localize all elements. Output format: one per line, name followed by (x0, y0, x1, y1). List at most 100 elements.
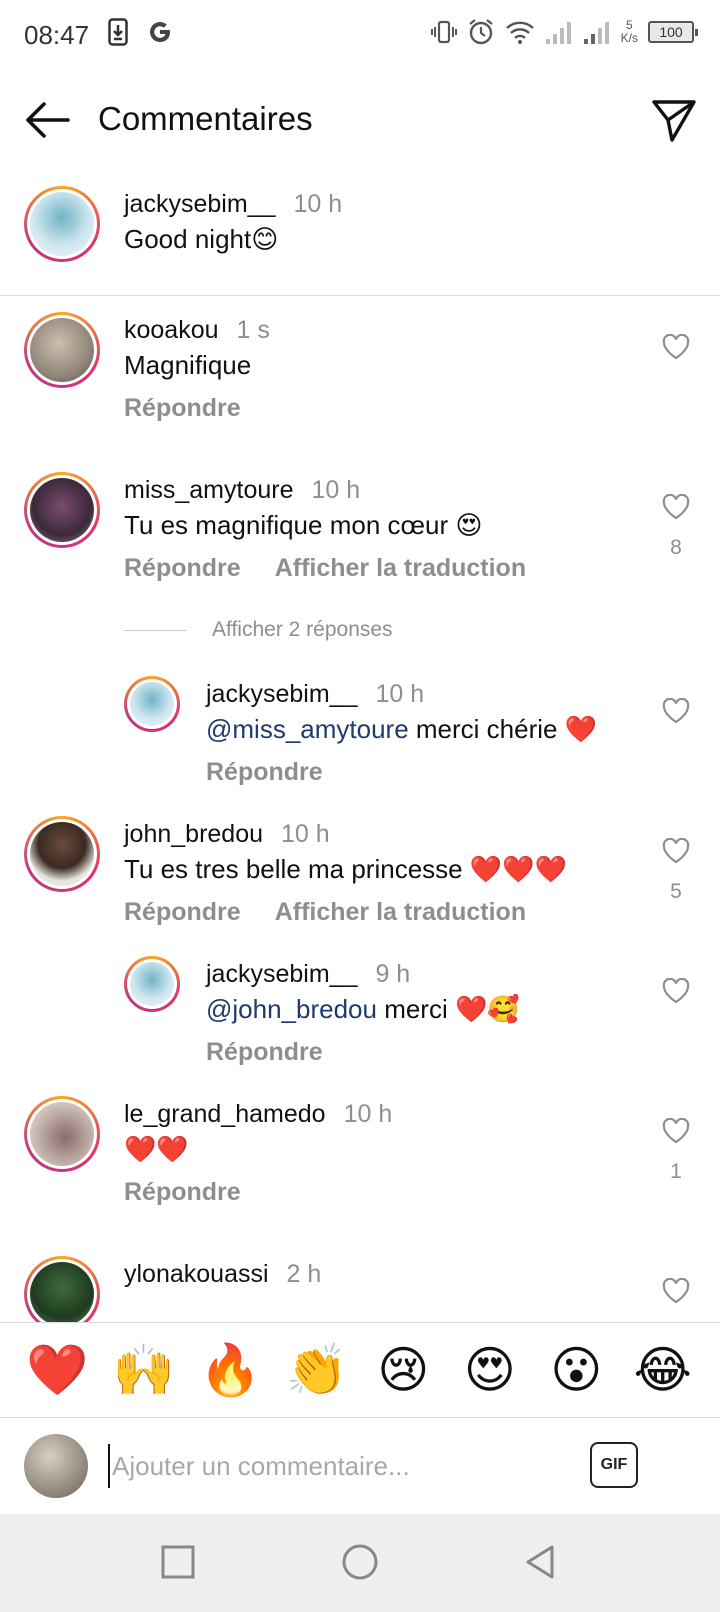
status-left-icons (108, 18, 174, 46)
emoji-laughing[interactable]: 😂 (628, 1340, 698, 1400)
mention-link[interactable]: @miss_amytoure (206, 714, 409, 744)
like-count: 1 (670, 1160, 682, 1183)
google-icon (149, 22, 170, 43)
reply-author[interactable]: jackysebim__ 9 h (206, 960, 410, 989)
username[interactable]: john_bredou (124, 820, 263, 848)
username[interactable]: jackysebim__ (206, 960, 357, 988)
timestamp: 10 h (343, 1100, 393, 1128)
heart-outline-icon[interactable] (662, 838, 690, 864)
reply-button[interactable]: Répondre (124, 394, 241, 423)
timestamp: 2 h (286, 1260, 322, 1288)
reply-body: merci ❤️🥰 (376, 994, 520, 1024)
comment-text: Magnifique (124, 350, 252, 380)
like-count: 8 (670, 536, 682, 559)
comment-text: Tu es magnifique mon cœur 😍 (124, 510, 483, 540)
reply-button[interactable]: Répondre (124, 554, 241, 583)
comment-author[interactable]: kooakou 1 s (124, 316, 270, 345)
reply-button[interactable]: Répondre (206, 758, 323, 787)
reply-body: merci chérie ❤️ (408, 714, 598, 744)
home-icon[interactable] (340, 1542, 380, 1582)
emoji-surprised[interactable]: 😮 (541, 1340, 611, 1400)
username[interactable]: jackysebim__ (206, 680, 357, 708)
avatar (24, 1434, 88, 1498)
translate-button[interactable]: Afficher la traduction (275, 554, 526, 583)
reply-text: @john_bredou merci ❤️🥰 (206, 994, 520, 1025)
comment-text: ❤️❤️ (124, 1134, 189, 1164)
username[interactable]: ylonakouassi (124, 1260, 269, 1288)
heart-outline-icon[interactable] (662, 698, 690, 724)
username[interactable]: miss_amytoure (124, 476, 294, 504)
avatar[interactable] (24, 186, 100, 262)
emoji-crying[interactable]: 😢 (368, 1340, 438, 1400)
reply-author[interactable]: jackysebim__ 10 h (206, 680, 424, 709)
avatar[interactable] (24, 472, 100, 548)
comment-text: Tu es tres belle ma princesse ❤️❤️❤️ (124, 854, 567, 884)
heart-outline-icon[interactable] (662, 334, 690, 360)
reply-text: @miss_amytoure merci chérie ❤️ (206, 714, 597, 745)
divider (124, 629, 186, 631)
comments-list[interactable]: jackysebim__ 10 h Good night😊 kooakou 1 s … (0, 176, 720, 1322)
avatar[interactable] (24, 1096, 100, 1172)
timestamp: 1 s (236, 316, 270, 344)
back-triangle-icon[interactable] (520, 1542, 560, 1582)
status-bar: 08:47 5 K/s 100 (0, 0, 720, 72)
heart-outline-icon[interactable] (662, 1118, 690, 1144)
view-replies-button[interactable]: Afficher 2 réponses (124, 618, 393, 642)
emoji-clapping[interactable]: 👏 (282, 1340, 352, 1400)
emoji-heart-eyes[interactable]: 😍 (455, 1340, 525, 1400)
timestamp: 9 h (375, 960, 411, 988)
download-notification-icon (108, 18, 128, 46)
emoji-raising-hands[interactable]: 🙌 (109, 1340, 179, 1400)
reply-button[interactable]: Répondre (124, 898, 241, 927)
reply-item: jackysebim__ 9 h @john_bredou merci ❤️🥰 R… (0, 956, 720, 1076)
gif-button[interactable]: GIF (590, 1442, 638, 1488)
view-replies-label: Afficher 2 réponses (212, 618, 393, 641)
arrow-left-icon[interactable] (22, 98, 72, 142)
timestamp: 10 h (311, 476, 361, 504)
avatar[interactable] (124, 676, 180, 732)
comment-actions: Répondre Afficher la traduction (124, 898, 526, 927)
heart-outline-icon[interactable] (662, 978, 690, 1004)
header: Commentaires (0, 84, 720, 156)
translate-button[interactable]: Afficher la traduction (275, 898, 526, 927)
avatar[interactable] (24, 312, 100, 388)
comment-item: kooakou 1 s Magnifique Répondre (0, 312, 720, 432)
battery-indicator: 100 (648, 21, 698, 43)
reply-button[interactable]: Répondre (124, 1178, 241, 1207)
timestamp: 10 h (375, 680, 425, 708)
username[interactable]: kooakou (124, 316, 219, 344)
system-nav-bar (0, 1514, 720, 1612)
comment-actions: Répondre (124, 394, 241, 423)
reply-button[interactable]: Répondre (206, 1038, 323, 1067)
comment-input[interactable] (108, 1444, 568, 1488)
comment-author[interactable]: ylonakouassi 2 h (124, 1260, 321, 1289)
avatar[interactable] (24, 816, 100, 892)
comment-author[interactable]: le_grand_hamedo 10 h (124, 1100, 392, 1129)
signal-2-icon (583, 22, 609, 44)
comment-actions: Répondre (206, 1038, 323, 1067)
username[interactable]: jackysebim__ (124, 190, 275, 218)
reply-item: jackysebim__ 10 h @miss_amytoure merci ch… (0, 676, 720, 796)
timestamp: 10 h (293, 190, 343, 218)
mention-link[interactable]: @john_bredou (206, 994, 377, 1024)
emoji-fire[interactable]: 🔥 (195, 1340, 265, 1400)
alarm-icon (468, 19, 493, 45)
comment-item: john_bredou 10 h Tu es tres belle ma prin… (0, 816, 720, 956)
comment-composer: GIF (0, 1418, 720, 1514)
avatar[interactable] (124, 956, 180, 1012)
comment-author[interactable]: john_bredou 10 h (124, 820, 330, 849)
avatar[interactable] (24, 1256, 100, 1322)
username[interactable]: le_grand_hamedo (124, 1100, 326, 1128)
emoji-quick-bar: ❤️ 🙌 🔥 👏 😢 😍 😮 😂 (0, 1322, 720, 1418)
paper-plane-icon[interactable] (650, 96, 698, 144)
comment-author[interactable]: miss_amytoure 10 h (124, 476, 360, 505)
recents-icon[interactable] (158, 1542, 198, 1582)
net-speed: 5 K/s (621, 19, 638, 45)
wifi-icon (505, 21, 534, 44)
heart-outline-icon[interactable] (662, 494, 690, 520)
emoji-heart[interactable]: ❤️ (22, 1340, 92, 1400)
net-speed-unit: K/s (620, 31, 638, 45)
heart-outline-icon[interactable] (662, 1278, 690, 1304)
caption-author[interactable]: jackysebim__ 10 h (124, 190, 342, 219)
comment-actions: Répondre (206, 758, 323, 787)
